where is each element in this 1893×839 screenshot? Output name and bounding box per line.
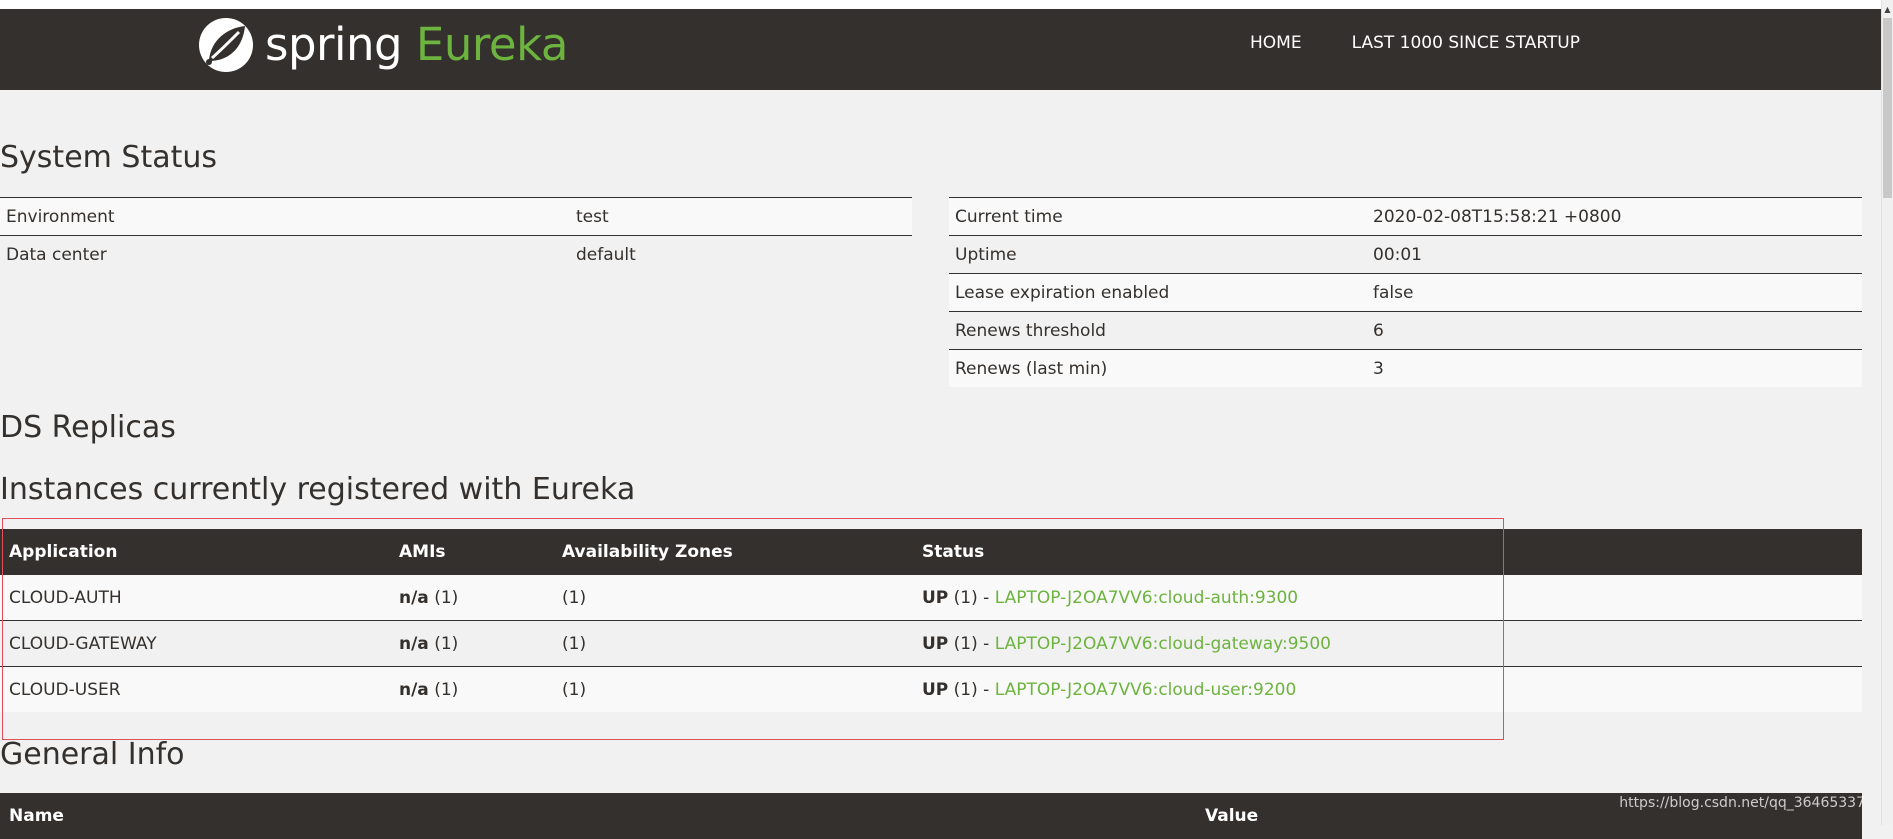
ds-replicas-heading: DS Replicas (0, 410, 176, 445)
watermark-text: https://blog.csdn.net/qq_36465337 (1619, 795, 1865, 811)
status-key: Renews threshold (949, 311, 1367, 350)
status-key: Environment (0, 197, 570, 236)
general-info-heading: General Info (0, 737, 185, 772)
table-row: CLOUD-AUTH n/a (1) (1) UP (1) - LAPTOP-J… (0, 575, 1862, 621)
table-row: CLOUD-USER n/a (1) (1) UP (1) - LAPTOP-J… (0, 666, 1862, 712)
status-cell: UP (1) - LAPTOP-J2OA7VV6:cloud-gateway:9… (913, 620, 1862, 667)
spring-leaf-icon (199, 18, 253, 72)
nav-home-link[interactable]: HOME (1250, 33, 1302, 53)
amis-cell: n/a (1) (390, 575, 553, 621)
col-name: Name (0, 793, 1196, 839)
top-gap (0, 0, 1893, 9)
system-status-heading: System Status (0, 140, 218, 175)
status-key: Renews (last min) (949, 349, 1367, 387)
status-value: 00:01 (1367, 235, 1862, 274)
status-cell: UP (1) - LAPTOP-J2OA7VV6:cloud-user:9200 (913, 666, 1862, 712)
amis-cell: n/a (1) (390, 620, 553, 667)
status-value: false (1367, 273, 1862, 312)
status-row: Environment test (0, 197, 912, 236)
amis-count: (1) (434, 587, 459, 608)
instances-header-row: Application AMIs Availability Zones Stat… (0, 529, 1862, 575)
status-count: (1) - (953, 679, 990, 700)
nav-links: HOME LAST 1000 SINCE STARTUP (1250, 9, 1630, 76)
application-name: CLOUD-USER (0, 666, 390, 712)
status-label: UP (922, 679, 949, 700)
col-status: Status (913, 529, 1862, 575)
amis-cell: n/a (1) (390, 666, 553, 712)
status-value: 2020-02-08T15:58:21 +0800 (1367, 197, 1862, 236)
status-row: Renews (last min) 3 (949, 349, 1862, 387)
instances-heading: Instances currently registered with Eure… (0, 472, 636, 507)
scroll-up-arrow-icon[interactable]: ▲ (1883, 5, 1892, 15)
status-key: Uptime (949, 235, 1367, 274)
status-row: Current time 2020-02-08T15:58:21 +0800 (949, 197, 1862, 236)
nav-last-1000-link[interactable]: LAST 1000 SINCE STARTUP (1352, 33, 1580, 53)
status-value: test (570, 197, 912, 236)
system-status-right-table: Current time 2020-02-08T15:58:21 +0800 U… (949, 197, 1862, 387)
status-count: (1) - (953, 587, 990, 608)
status-label: UP (922, 633, 949, 654)
amis-count: (1) (434, 633, 459, 654)
table-row: CLOUD-GATEWAY n/a (1) (1) UP (1) - LAPTO… (0, 620, 1862, 667)
navbar: spring Eureka HOME LAST 1000 SINCE START… (0, 9, 1882, 90)
vertical-scrollbar[interactable]: ▲ (1881, 0, 1893, 825)
status-row: Data center default (0, 235, 912, 273)
col-amis: AMIs (390, 529, 553, 575)
zones-cell: (1) (553, 620, 913, 667)
system-status-left-table: Environment test Data center default (0, 197, 912, 273)
status-value: 6 (1367, 311, 1862, 350)
zones-cell: (1) (553, 575, 913, 621)
status-key: Data center (0, 235, 570, 273)
amis-label: n/a (399, 587, 429, 608)
brand-eureka-text: Eureka (415, 18, 569, 71)
status-count: (1) - (953, 633, 990, 654)
instance-link[interactable]: LAPTOP-J2OA7VV6:cloud-auth:9300 (995, 588, 1298, 608)
col-availability-zones: Availability Zones (553, 529, 913, 575)
status-key: Lease expiration enabled (949, 273, 1367, 312)
brand-logo[interactable]: spring Eureka (197, 15, 568, 75)
instance-link[interactable]: LAPTOP-J2OA7VV6:cloud-gateway:9500 (995, 634, 1331, 654)
application-name: CLOUD-AUTH (0, 575, 390, 621)
col-application: Application (0, 529, 390, 575)
status-label: UP (922, 587, 949, 608)
status-cell: UP (1) - LAPTOP-J2OA7VV6:cloud-auth:9300 (913, 575, 1862, 621)
zones-cell: (1) (553, 666, 913, 712)
amis-label: n/a (399, 633, 429, 654)
scroll-thumb[interactable] (1883, 18, 1892, 198)
instance-link[interactable]: LAPTOP-J2OA7VV6:cloud-user:9200 (995, 680, 1297, 700)
brand-spring-text: spring (265, 18, 403, 71)
general-info-header-row: Name Value (0, 793, 1862, 839)
status-row: Uptime 00:01 (949, 235, 1862, 274)
status-row: Lease expiration enabled false (949, 273, 1862, 312)
status-value: default (570, 235, 912, 273)
status-row: Renews threshold 6 (949, 311, 1862, 350)
application-name: CLOUD-GATEWAY (0, 620, 390, 667)
instances-table: Application AMIs Availability Zones Stat… (0, 529, 1862, 712)
status-key: Current time (949, 197, 1367, 236)
amis-label: n/a (399, 679, 429, 700)
general-info-table: Name Value (0, 793, 1862, 839)
brand-name: spring Eureka (265, 15, 568, 75)
status-value: 3 (1367, 349, 1862, 387)
amis-count: (1) (434, 679, 459, 700)
